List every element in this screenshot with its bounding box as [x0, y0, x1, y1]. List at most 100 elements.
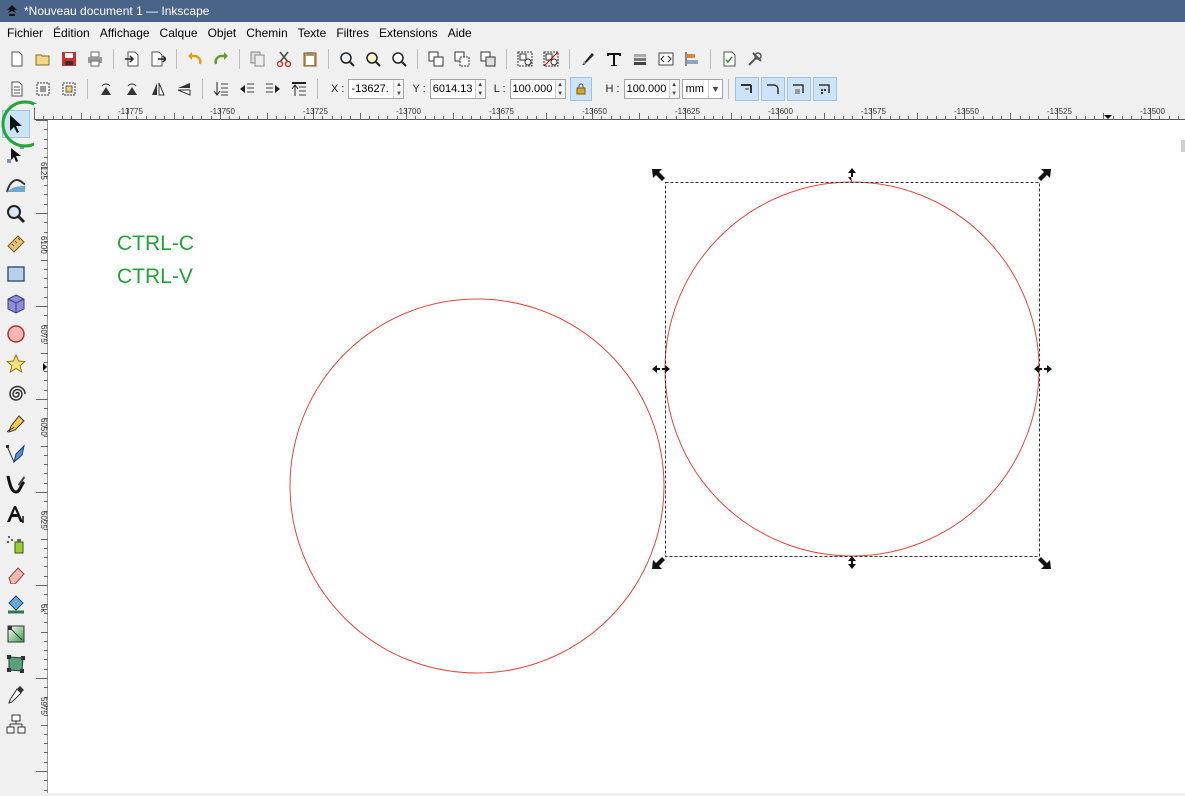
tool-gradient[interactable] — [2, 620, 30, 648]
tool-tweak[interactable] — [2, 170, 30, 198]
tool-paint-bucket[interactable] — [2, 590, 30, 618]
h-ruler-label: -13500 — [1140, 107, 1165, 116]
zoom-page-icon[interactable] — [387, 47, 411, 71]
select-all-icon[interactable] — [5, 77, 29, 101]
export-icon[interactable] — [146, 47, 170, 71]
cut-icon[interactable] — [272, 47, 296, 71]
save-icon[interactable] — [57, 47, 81, 71]
v-ruler-label: 6075 — [39, 325, 48, 343]
undo-icon[interactable] — [183, 47, 207, 71]
y-field[interactable]: ▲▼ — [429, 79, 486, 99]
tool-rectangle[interactable] — [2, 260, 30, 288]
menu-calque[interactable]: Calque — [155, 23, 203, 43]
width-field[interactable]: ▲▼ — [509, 79, 566, 99]
tool-eraser[interactable] — [2, 560, 30, 588]
unlink-clone-icon[interactable] — [476, 47, 500, 71]
group-icon[interactable] — [513, 47, 537, 71]
raise-to-top-icon[interactable] — [209, 77, 233, 101]
handle-bottom-right[interactable] — [1038, 557, 1051, 569]
width-stepper[interactable]: ▲ ▼ — [554, 80, 565, 98]
lower-to-bottom-icon[interactable] — [287, 77, 311, 101]
handle-left[interactable] — [652, 365, 670, 373]
menu-texte[interactable]: Texte — [293, 23, 332, 43]
layers-icon[interactable] — [628, 47, 652, 71]
tool-mesh[interactable] — [2, 650, 30, 678]
print-icon[interactable] — [83, 47, 107, 71]
handle-top-left[interactable] — [652, 169, 665, 181]
flip-horizontal-icon[interactable] — [146, 77, 170, 101]
move-gradients-toggle[interactable] — [786, 77, 811, 101]
menu-extensions[interactable]: Extensions — [374, 23, 443, 43]
pasted-circle[interactable] — [664, 181, 1040, 557]
lock-proportions-button[interactable] — [569, 77, 592, 101]
flip-vertical-icon[interactable] — [172, 77, 196, 101]
text-font-icon[interactable] — [602, 47, 626, 71]
select-all-layers-icon[interactable] — [31, 77, 55, 101]
x-field[interactable]: ▲▼ — [348, 79, 405, 99]
vertical-ruler[interactable]: 6125 6100 6075 6050 6025 6k 5975 — [34, 120, 48, 793]
menu-edition[interactable]: Édition — [48, 23, 95, 43]
handle-bottom[interactable] — [848, 560, 856, 569]
rotate-ccw-icon[interactable] — [94, 77, 118, 101]
handle-top-right[interactable] — [1038, 169, 1051, 181]
horizontal-ruler[interactable]: -13775 -13750 -13725 -13700 -13675 -1365… — [34, 104, 1185, 120]
zoom-drawing-icon[interactable] — [361, 47, 385, 71]
lower-icon[interactable] — [261, 77, 285, 101]
tool-ellipse[interactable] — [2, 320, 30, 348]
redo-icon[interactable] — [209, 47, 233, 71]
tool-calligraphy[interactable] — [2, 470, 30, 498]
menu-affichage[interactable]: Affichage — [95, 23, 155, 43]
x-stepper[interactable]: ▲ ▼ — [393, 80, 404, 98]
scale-handles[interactable] — [652, 168, 1052, 569]
height-input[interactable] — [624, 80, 669, 98]
tool-spiral[interactable] — [2, 380, 30, 408]
scale-corners-toggle[interactable] — [760, 77, 785, 101]
original-circle[interactable] — [289, 298, 665, 674]
import-icon[interactable] — [120, 47, 144, 71]
menu-aide[interactable]: Aide — [443, 23, 477, 43]
height-stepper[interactable]: ▲ ▼ — [668, 80, 679, 98]
menu-fichier[interactable]: Fichier — [2, 23, 48, 43]
menu-chemin[interactable]: Chemin — [241, 23, 292, 43]
tool-spray[interactable] — [2, 530, 30, 558]
tool-pen[interactable] — [2, 440, 30, 468]
unit-select[interactable]: mm ▼ — [681, 79, 723, 99]
copy-icon[interactable] — [246, 47, 270, 71]
fill-stroke-icon[interactable] — [576, 47, 600, 71]
document-properties-icon[interactable] — [717, 47, 741, 71]
tool-star[interactable] — [2, 350, 30, 378]
tool-zoom[interactable] — [2, 200, 30, 228]
width-input[interactable] — [510, 80, 555, 98]
new-icon[interactable] — [5, 47, 29, 71]
paste-icon[interactable] — [298, 47, 322, 71]
handle-bottom-left[interactable] — [652, 557, 665, 569]
preferences-icon[interactable] — [743, 47, 767, 71]
tool-text[interactable] — [2, 500, 30, 528]
zoom-selection-icon[interactable] — [335, 47, 359, 71]
height-field[interactable]: ▲▼ — [623, 79, 680, 99]
rotate-cw-icon[interactable] — [120, 77, 144, 101]
tool-pencil[interactable] — [2, 410, 30, 438]
tool-connector[interactable] — [2, 710, 30, 738]
drawing-canvas[interactable]: CTRL-C CTRL-V — [48, 120, 1185, 793]
handle-right[interactable] — [1034, 365, 1052, 373]
scale-stroke-toggle[interactable] — [734, 77, 759, 101]
open-icon[interactable] — [31, 47, 55, 71]
deselect-icon[interactable] — [57, 77, 81, 101]
menu-filtres[interactable]: Filtres — [331, 23, 374, 43]
menu-objet[interactable]: Objet — [203, 23, 242, 43]
handle-top[interactable] — [848, 168, 856, 182]
xml-editor-icon[interactable] — [654, 47, 678, 71]
tool-dropper[interactable] — [2, 680, 30, 708]
tool-3dbox[interactable] — [2, 290, 30, 318]
duplicate-icon[interactable] — [424, 47, 448, 71]
align-distribute-icon[interactable] — [680, 47, 704, 71]
move-patterns-toggle[interactable] — [812, 77, 837, 101]
ungroup-icon[interactable] — [539, 47, 563, 71]
raise-icon[interactable] — [235, 77, 259, 101]
tool-measure[interactable] — [2, 230, 30, 258]
y-input[interactable] — [430, 80, 475, 98]
x-input[interactable] — [349, 80, 394, 98]
clone-icon[interactable] — [450, 47, 474, 71]
y-stepper[interactable]: ▲ ▼ — [474, 80, 485, 98]
